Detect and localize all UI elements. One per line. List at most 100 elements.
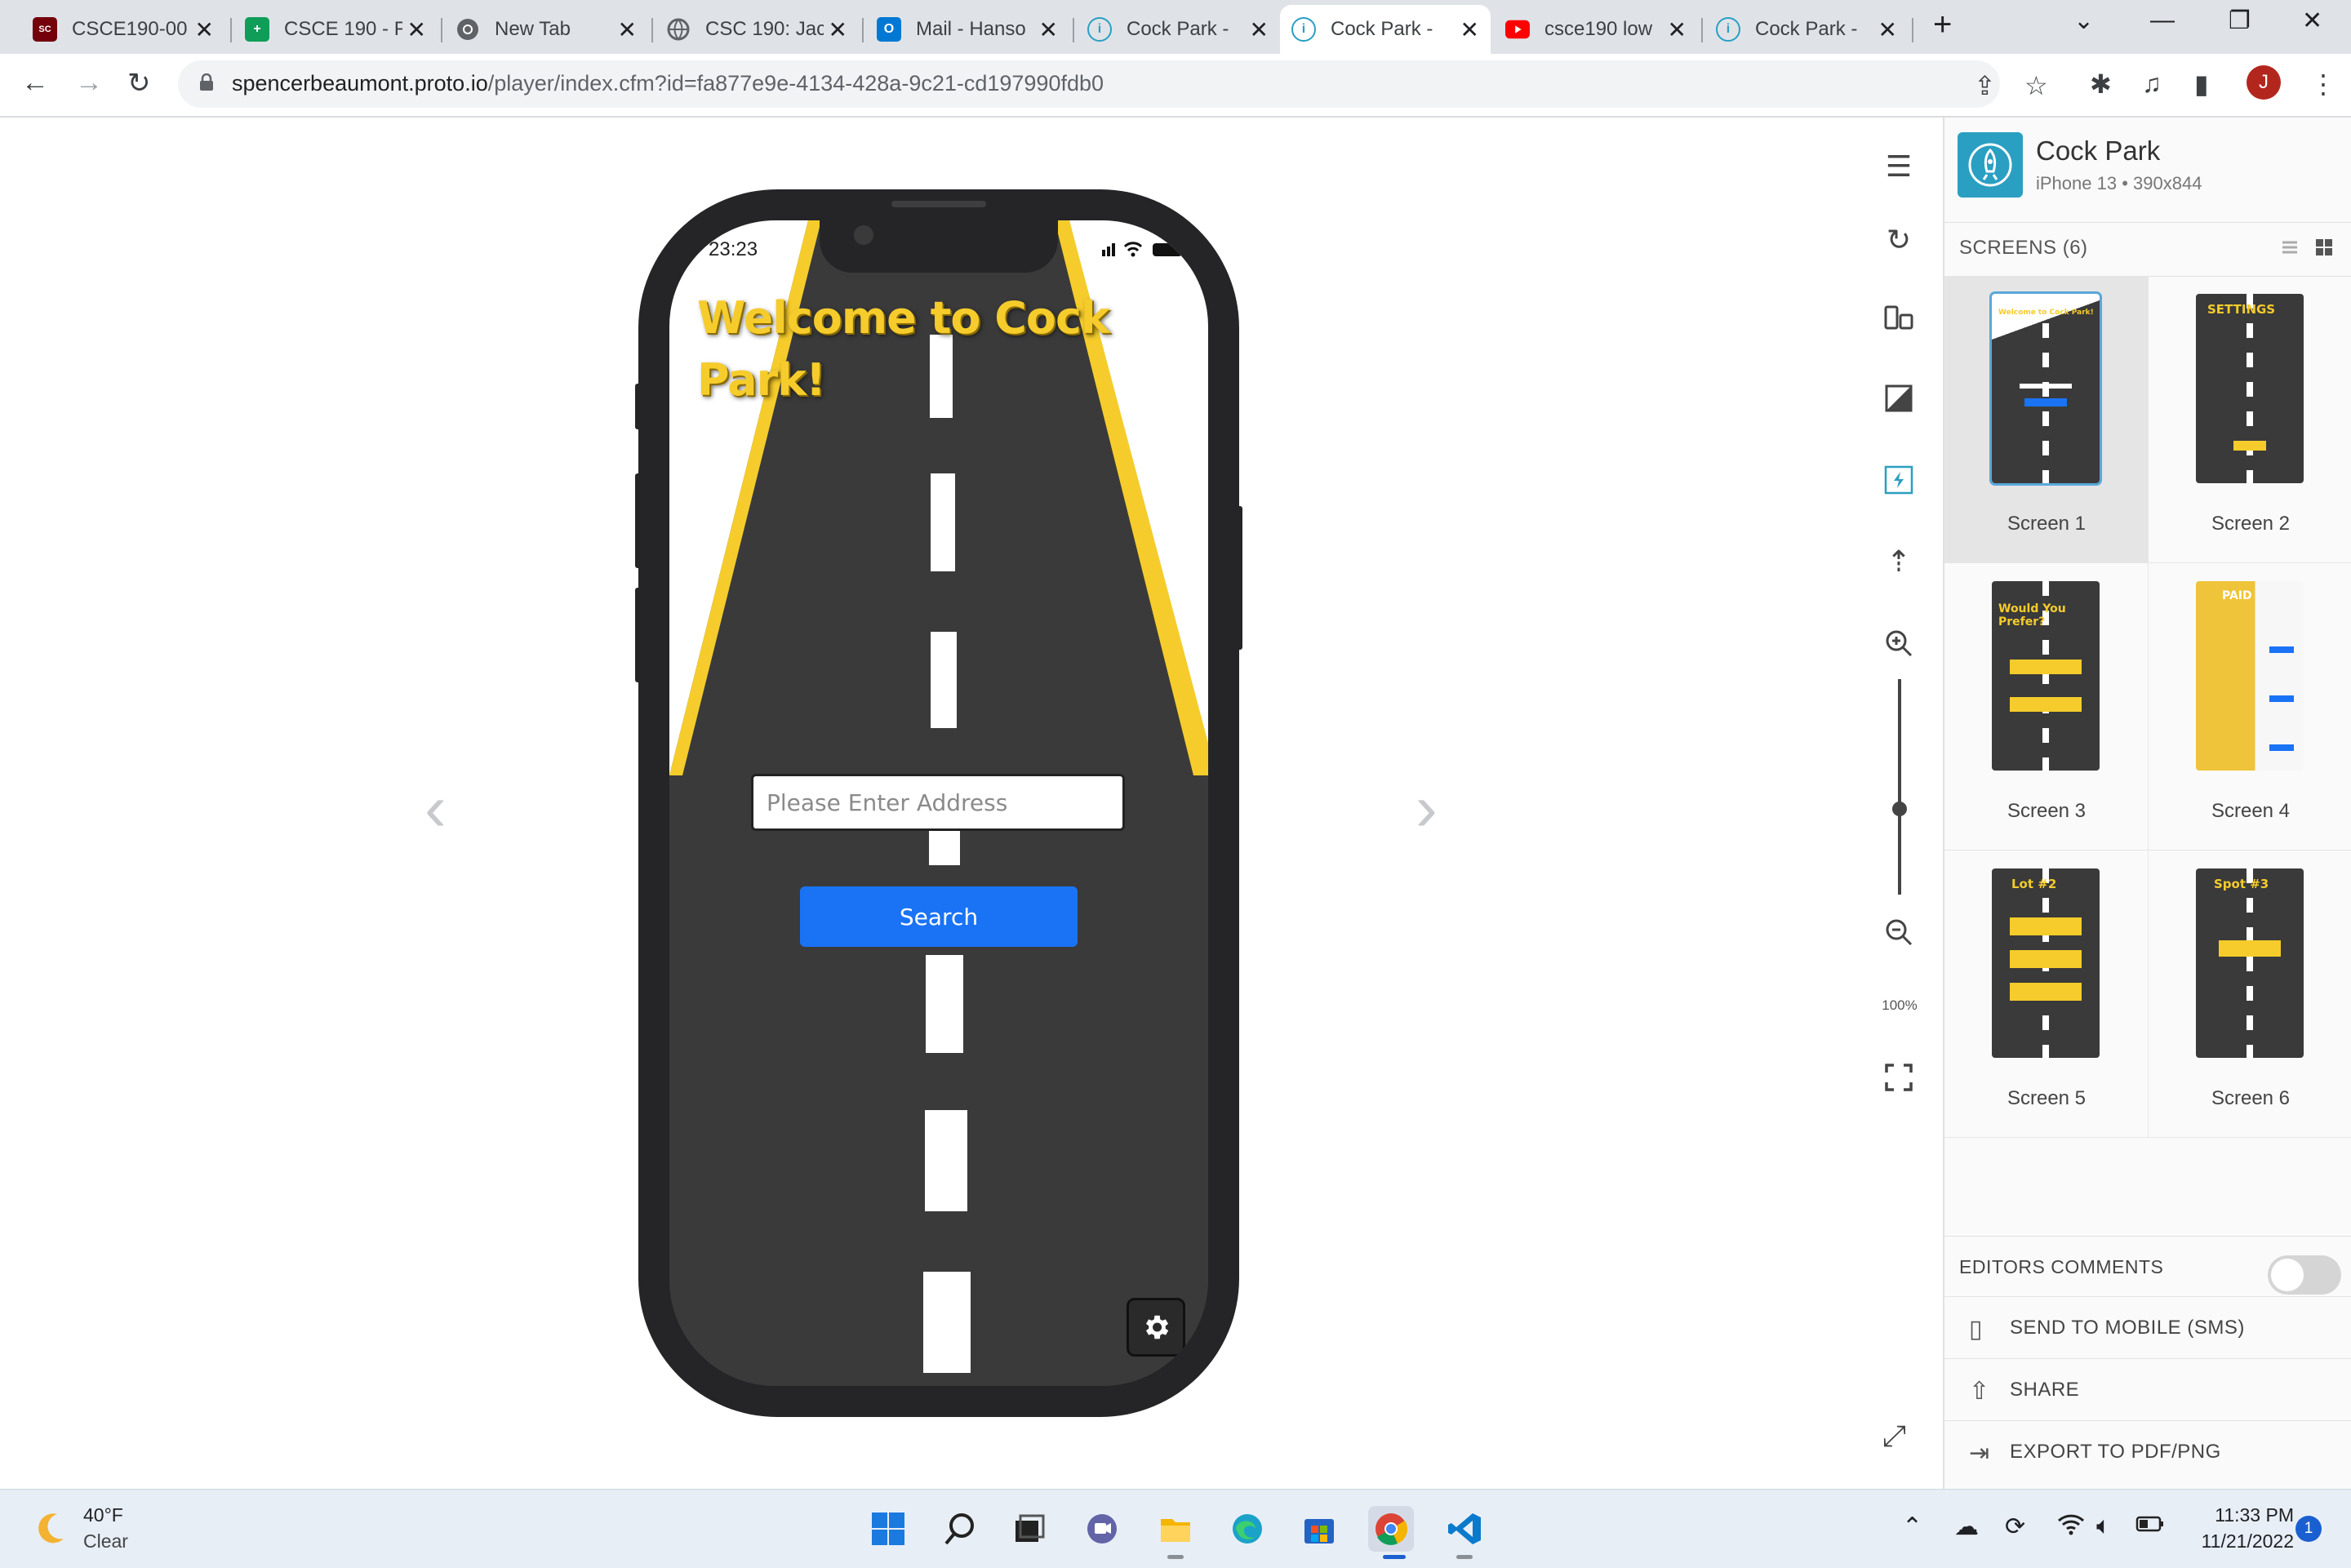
task-view-icon[interactable] <box>1006 1506 1051 1552</box>
notification-badge[interactable]: 1 <box>2295 1516 2322 1542</box>
tab-search-chevron-icon[interactable]: ⌄ <box>2073 7 2094 35</box>
close-icon[interactable]: ✕ <box>1460 16 1479 43</box>
close-icon[interactable]: ✕ <box>1039 16 1058 43</box>
tab-mail[interactable]: O Mail - Hanso ✕ <box>865 5 1069 54</box>
reload-icon[interactable]: ↻ <box>127 67 151 100</box>
tab-cock-park-3[interactable]: i Cock Park - ✕ <box>1704 5 1909 54</box>
close-icon[interactable]: ✕ <box>1668 16 1687 43</box>
restart-icon[interactable]: ↻ <box>1882 223 1915 256</box>
screen-thumb-5[interactable]: Lot #2 Screen 5 <box>1944 851 2149 1138</box>
tab-cock-park-active[interactable]: i Cock Park - ✕ <box>1280 5 1491 54</box>
contrast-toggle-icon[interactable] <box>1882 382 1915 415</box>
window-close-button[interactable]: ✕ <box>2302 7 2322 35</box>
screen-thumb-6[interactable]: Spot #3 Screen 6 <box>2149 851 2351 1138</box>
new-tab-button[interactable]: + <box>1933 7 1952 43</box>
share-row[interactable]: ⇧ SHARE <box>1944 1358 2351 1421</box>
send-to-mobile-row[interactable]: ▯ SEND TO MOBILE (SMS) <box>1944 1296 2351 1359</box>
cellular-signal-icon <box>1102 243 1115 256</box>
kebab-menu-icon[interactable]: ⋮ <box>2310 69 2336 100</box>
tab-title: CSCE 190 - F <box>284 18 402 40</box>
side-panel-icon[interactable]: ▮ <box>2194 69 2209 100</box>
media-control-icon[interactable]: ♫ <box>2142 69 2162 99</box>
volume-icon[interactable]: 🔈︎ <box>2096 1512 2111 1540</box>
tab-csce190-sheet[interactable]: + CSCE 190 - F ✕ <box>233 5 438 54</box>
screen-thumb-2[interactable]: SETTINGS Screen 2 <box>2149 276 2351 563</box>
lock-icon[interactable] <box>199 73 214 91</box>
start-windows-icon[interactable] <box>865 1506 911 1552</box>
list-view-icon[interactable] <box>2281 238 2299 256</box>
minimize-button[interactable]: — <box>2150 7 2175 34</box>
close-icon[interactable]: ✕ <box>618 16 637 43</box>
weather-temperature[interactable]: 40°F <box>83 1504 123 1526</box>
url-text[interactable]: spencerbeaumont.proto.io/player/index.cf… <box>232 71 1104 96</box>
edge-browser-icon[interactable] <box>1224 1506 1270 1552</box>
zoom-level-label: 100% <box>1882 997 1918 1013</box>
sync-icon[interactable]: ⟳ <box>2005 1512 2025 1541</box>
next-screen-arrow-icon[interactable]: › <box>1415 771 1438 846</box>
vscode-icon[interactable] <box>1442 1506 1487 1552</box>
expand-arrows-icon[interactable]: ⤢ <box>1882 1419 1906 1454</box>
forward-arrow-icon[interactable]: → <box>75 67 103 99</box>
screen-thumb-4[interactable]: PAID Screen 4 <box>2149 563 2351 851</box>
chrome-icon <box>456 17 480 42</box>
mobile-phone-icon: ▯ <box>1969 1316 1983 1343</box>
screen-thumb-3[interactable]: Would You Prefer? Screen 3 <box>1944 563 2149 851</box>
protoio-icon: i <box>1716 17 1740 42</box>
tab-csce190-00[interactable]: SC CSCE190-00 ✕ <box>21 5 225 54</box>
close-icon[interactable]: ✕ <box>1878 16 1897 43</box>
youtube-icon <box>1505 17 1530 42</box>
tab-new-tab[interactable]: New Tab ✕ <box>444 5 648 54</box>
close-icon[interactable]: ✕ <box>195 16 214 43</box>
close-icon[interactable]: ✕ <box>407 16 426 43</box>
hotspots-icon[interactable] <box>1882 464 1915 496</box>
search-icon[interactable] <box>937 1506 983 1552</box>
export-row[interactable]: ⇥ EXPORT TO PDF/PNG <box>1944 1420 2351 1483</box>
editors-comments-toggle[interactable] <box>2268 1255 2341 1295</box>
fullscreen-icon[interactable] <box>1882 1061 1915 1094</box>
wifi-tray-icon[interactable] <box>2057 1512 2085 1542</box>
moon-weather-icon[interactable] <box>33 1509 69 1545</box>
tab-csc190[interactable]: CSC 190: Jac ✕ <box>655 5 859 54</box>
phone-volume-down <box>635 588 643 682</box>
outlook-icon: O <box>877 17 901 42</box>
back-arrow-icon[interactable]: ← <box>21 67 49 99</box>
taskbar-date[interactable]: 11/21/2022 <box>2188 1530 2294 1552</box>
address-bar[interactable]: spencerbeaumont.proto.io/player/index.cf… <box>178 60 2048 108</box>
extensions-puzzle-icon[interactable]: ✱ <box>2090 69 2112 100</box>
zoom-slider-handle[interactable] <box>1892 802 1907 816</box>
zoom-in-icon[interactable] <box>1882 627 1915 660</box>
file-explorer-icon[interactable] <box>1153 1506 1198 1552</box>
screen-thumb-1[interactable]: Welcome to Cock Park! Screen 1 <box>1944 276 2149 563</box>
chrome-taskbar-icon[interactable] <box>1368 1506 1414 1552</box>
phone-camera <box>854 225 873 245</box>
phone-power-button <box>1234 506 1242 650</box>
close-icon[interactable]: ✕ <box>829 16 847 43</box>
onedrive-cloud-icon[interactable]: ☁ <box>1954 1512 1979 1541</box>
battery-icon <box>1153 243 1186 256</box>
tab-youtube[interactable]: csce190 low ✕ <box>1494 5 1698 54</box>
zoom-slider-track[interactable] <box>1898 679 1901 895</box>
bookmark-star-icon[interactable]: ☆ <box>2024 70 2048 101</box>
close-icon[interactable]: ✕ <box>1250 16 1269 43</box>
show-hidden-icons-chevron-icon[interactable]: ⌃ <box>1902 1512 1922 1541</box>
upload-arrow-icon[interactable]: ⇡ <box>1882 544 1915 578</box>
restore-button[interactable]: ❐ <box>2229 7 2251 35</box>
teams-chat-icon[interactable] <box>1079 1506 1125 1552</box>
grid-view-icon[interactable] <box>2315 238 2333 256</box>
previous-screen-arrow-icon[interactable]: ‹ <box>424 771 447 846</box>
taskbar-clock[interactable]: 11:33 PM <box>2196 1504 2294 1526</box>
battery-tray-icon[interactable] <box>2135 1512 2165 1540</box>
search-button[interactable]: Search <box>800 886 1078 947</box>
tab-cock-park-1[interactable]: i Cock Park - ✕ <box>1076 5 1280 54</box>
project-app-icon <box>1958 132 2023 198</box>
rotate-device-icon[interactable] <box>1882 300 1915 333</box>
microsoft-store-icon[interactable] <box>1296 1506 1342 1552</box>
profile-avatar[interactable]: J <box>2247 65 2281 100</box>
address-input[interactable] <box>751 774 1125 831</box>
zoom-out-icon[interactable] <box>1882 916 1915 948</box>
weather-condition[interactable]: Clear <box>83 1530 128 1552</box>
settings-gear-button[interactable] <box>1127 1298 1185 1357</box>
share-icon[interactable]: ⇪ <box>1974 70 1996 101</box>
hamburger-menu-icon[interactable]: ☰ <box>1882 149 1915 183</box>
navigation-bar: ← → ↻ spencerbeaumont.proto.io/player/in… <box>0 54 2351 118</box>
